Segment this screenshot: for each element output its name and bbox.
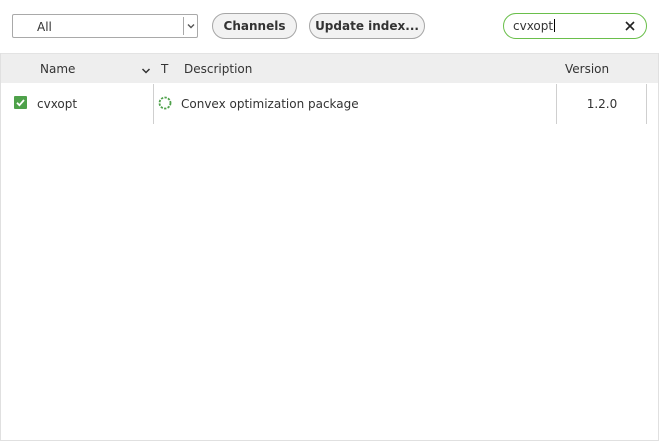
chevron-down-icon[interactable] [186,19,196,33]
checkmark-icon [16,99,25,107]
channels-button[interactable]: Channels [212,13,297,39]
column-header-version[interactable]: Version [565,62,609,76]
filter-selected-value: All [37,20,52,34]
package-checkbox[interactable] [14,96,27,109]
table-header: Name T Description Version [1,53,658,83]
package-description: Convex optimization package [181,97,359,111]
chevron-down-icon[interactable] [141,64,151,74]
packages-table: Name T Description Version cvxopt Convex… [0,53,659,441]
loading-spinner-icon [158,96,172,110]
column-header-type[interactable]: T [161,62,168,76]
package-name: cvxopt [37,97,78,111]
column-divider [153,84,154,124]
column-divider [646,84,647,124]
package-version: 1.2.0 [586,97,618,111]
search-value: cvxopt [513,19,554,33]
search-text: cvxopt [513,19,556,33]
table-row[interactable]: cvxopt Convex optimization package 1.2.0 [1,84,658,124]
package-manager: All Channels Update index... cvxopt Name [0,0,659,447]
column-header-description[interactable]: Description [184,62,252,76]
update-index-button[interactable]: Update index... [309,13,425,39]
dropdown-divider [183,17,184,35]
close-icon[interactable] [623,19,637,33]
column-header-name[interactable]: Name [40,62,75,76]
text-cursor [554,19,556,32]
search-input[interactable]: cvxopt [503,13,647,39]
package-filter-dropdown[interactable]: All [12,14,198,38]
